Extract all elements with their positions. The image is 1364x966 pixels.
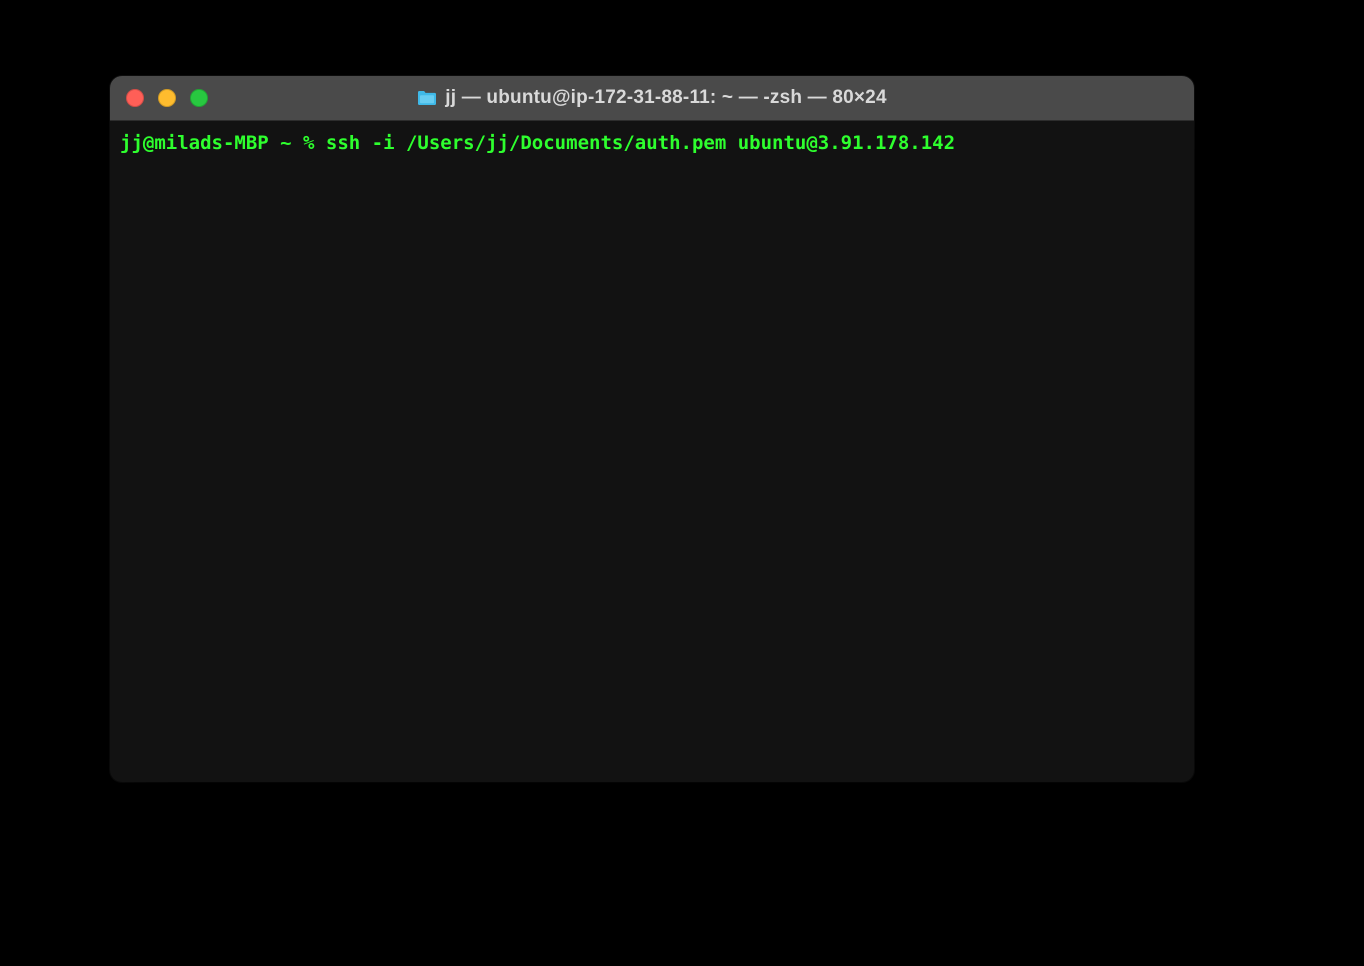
window-title-wrap: jj — ubuntu@ip-172-31-88-11: ~ — -zsh — … xyxy=(417,87,886,109)
terminal-window: jj — ubuntu@ip-172-31-88-11: ~ — -zsh — … xyxy=(110,76,1194,782)
shell-command: ssh -i /Users/jj/Documents/auth.pem ubun… xyxy=(326,132,955,154)
window-titlebar[interactable]: jj — ubuntu@ip-172-31-88-11: ~ — -zsh — … xyxy=(110,76,1194,121)
close-button[interactable] xyxy=(126,89,144,107)
folder-icon xyxy=(417,90,437,106)
window-title: jj — ubuntu@ip-172-31-88-11: ~ — -zsh — … xyxy=(445,87,886,109)
minimize-button[interactable] xyxy=(158,89,176,107)
window-controls xyxy=(126,89,208,107)
zoom-button[interactable] xyxy=(190,89,208,107)
terminal-body[interactable]: jj@milads-MBP ~ % ssh -i /Users/jj/Docum… xyxy=(110,121,1194,782)
shell-prompt: jj@milads-MBP ~ % xyxy=(120,132,326,154)
